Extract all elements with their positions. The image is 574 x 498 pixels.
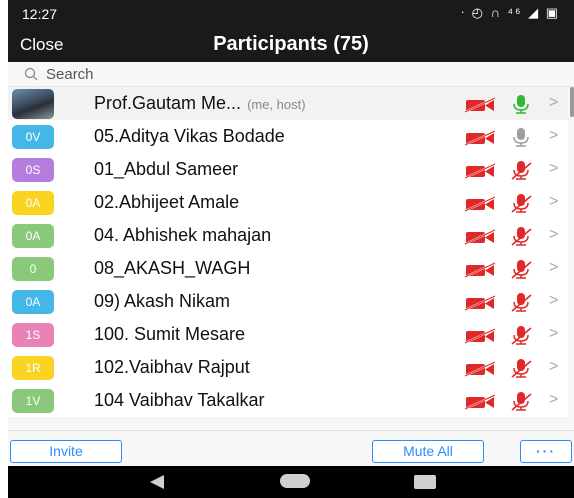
home-icon[interactable]: [280, 474, 310, 488]
participant-row[interactable]: 0S 01_Abdul Sameer >: [8, 153, 568, 188]
chevron-right-icon[interactable]: >: [549, 292, 558, 310]
video-off-icon: [464, 328, 496, 344]
participant-row[interactable]: 0A 04. Abhishek mahajan >: [8, 219, 568, 254]
video-off-icon: [464, 130, 496, 146]
participant-name-text: Prof.Gautam Me...: [94, 93, 242, 113]
participant-name-text: 09) Akash Nikam: [94, 291, 231, 311]
invite-button[interactable]: Invite: [10, 440, 122, 463]
chevron-right-icon[interactable]: >: [549, 127, 558, 145]
participant-name-text: 04. Abhishek mahajan: [94, 225, 272, 245]
participant-name: 104 Vaibhav Takalkar: [94, 390, 264, 411]
participant-name-text: 05.Aditya Vikas Bodade: [94, 126, 285, 146]
avatar: 0: [12, 257, 54, 281]
participant-role: (me, host): [247, 97, 306, 112]
chevron-right-icon[interactable]: >: [549, 160, 558, 178]
avatar: 1V: [12, 389, 54, 413]
participant-row[interactable]: 0A 09) Akash Nikam >: [8, 285, 568, 320]
mic-muted-icon: [511, 260, 532, 279]
mic-muted-icon: [511, 359, 532, 378]
avatar: 0A: [12, 290, 54, 314]
scrollbar[interactable]: [570, 87, 574, 117]
chevron-right-icon[interactable]: >: [549, 325, 558, 343]
participant-row[interactable]: 1V 104 Vaibhav Takalkar >: [8, 384, 568, 419]
participant-name-text: 100. Sumit Mesare: [94, 324, 246, 344]
video-off-icon: [464, 97, 496, 113]
participant-name: 05.Aditya Vikas Bodade: [94, 126, 285, 147]
header: Close Participants (75): [8, 28, 574, 62]
bottom-toolbar: Invite Mute All ···: [8, 430, 574, 467]
participant-name-text: 02.Abhijeet Amale: [94, 192, 240, 212]
mic-muted-icon: [511, 227, 532, 246]
participant-name-text: 08_AKASH_WAGH: [94, 258, 251, 278]
video-off-icon: [464, 295, 496, 311]
mic-muted-icon: [511, 326, 532, 345]
search-bar[interactable]: Search: [8, 62, 574, 87]
avatar: 0A: [12, 191, 54, 215]
participant-name: 02.Abhijeet Amale: [94, 192, 239, 213]
mic-muted-icon: [511, 392, 532, 411]
mic-muted-icon: [511, 161, 532, 180]
video-off-icon: [464, 229, 496, 245]
participant-name-text: 104 Vaibhav Takalkar: [94, 390, 265, 410]
status-bar: 12:27 ᐧ ◴ ∩ ⁴⁶ ◢ ▣: [8, 0, 574, 28]
mic-muted-icon: [511, 194, 532, 213]
participant-row[interactable]: Prof.Gautam Me... (me, host) >: [8, 87, 568, 122]
recents-icon[interactable]: [414, 475, 436, 489]
video-off-icon: [464, 196, 496, 212]
participant-name: 100. Sumit Mesare: [94, 324, 245, 345]
avatar: 1S: [12, 323, 54, 347]
status-time: 12:27: [22, 6, 58, 22]
participant-name: 01_Abdul Sameer: [94, 159, 238, 180]
status-icons: ᐧ ◴ ∩ ⁴⁶ ◢ ▣: [460, 5, 560, 20]
participant-name: Prof.Gautam Me... (me, host): [94, 93, 306, 114]
avatar: [12, 89, 54, 119]
avatar: 0V: [12, 125, 54, 149]
participant-row[interactable]: 0A 02.Abhijeet Amale >: [8, 186, 568, 221]
chevron-right-icon[interactable]: >: [549, 358, 558, 376]
participant-row[interactable]: 1R 102.Vaibhav Rajput >: [8, 351, 568, 386]
chevron-right-icon[interactable]: >: [549, 226, 558, 244]
mic-on-icon: [513, 95, 529, 114]
video-off-icon: [464, 394, 496, 410]
page-title: Participants (75): [213, 33, 369, 55]
avatar: 0A: [12, 224, 54, 248]
participant-name-text: 01_Abdul Sameer: [94, 159, 239, 179]
avatar: 0S: [12, 158, 54, 182]
participant-name: 102.Vaibhav Rajput: [94, 357, 250, 378]
mute-all-button[interactable]: Mute All: [372, 440, 484, 463]
chevron-right-icon[interactable]: >: [549, 259, 558, 277]
mic-muted-icon: [511, 293, 532, 312]
participant-name-text: 102.Vaibhav Rajput: [94, 357, 250, 377]
participant-name: 04. Abhishek mahajan: [94, 225, 271, 246]
video-off-icon: [464, 361, 496, 377]
more-button[interactable]: ···: [520, 440, 572, 463]
search-input[interactable]: Search: [46, 66, 94, 83]
back-icon[interactable]: [150, 475, 164, 489]
participant-list: Prof.Gautam Me... (me, host) >0V 05.Aditya …: [8, 87, 574, 430]
mic-icon: [513, 128, 529, 147]
video-off-icon: [464, 262, 496, 278]
chevron-right-icon[interactable]: >: [549, 193, 558, 211]
avatar: 1R: [12, 356, 54, 380]
participant-name: 09) Akash Nikam: [94, 291, 230, 312]
phone-screen: 12:27 ᐧ ◴ ∩ ⁴⁶ ◢ ▣ Close Participants (7…: [8, 0, 574, 498]
participant-row[interactable]: 1S 100. Sumit Mesare >: [8, 318, 568, 353]
android-nav-bar: [8, 466, 574, 498]
chevron-right-icon[interactable]: >: [549, 94, 558, 112]
chevron-right-icon[interactable]: >: [549, 391, 558, 409]
video-off-icon: [464, 163, 496, 179]
participant-row[interactable]: 0V 05.Aditya Vikas Bodade >: [8, 120, 568, 155]
participant-row[interactable]: 0 08_AKASH_WAGH >: [8, 252, 568, 287]
search-icon: [24, 67, 38, 81]
participant-name: 08_AKASH_WAGH: [94, 258, 250, 279]
